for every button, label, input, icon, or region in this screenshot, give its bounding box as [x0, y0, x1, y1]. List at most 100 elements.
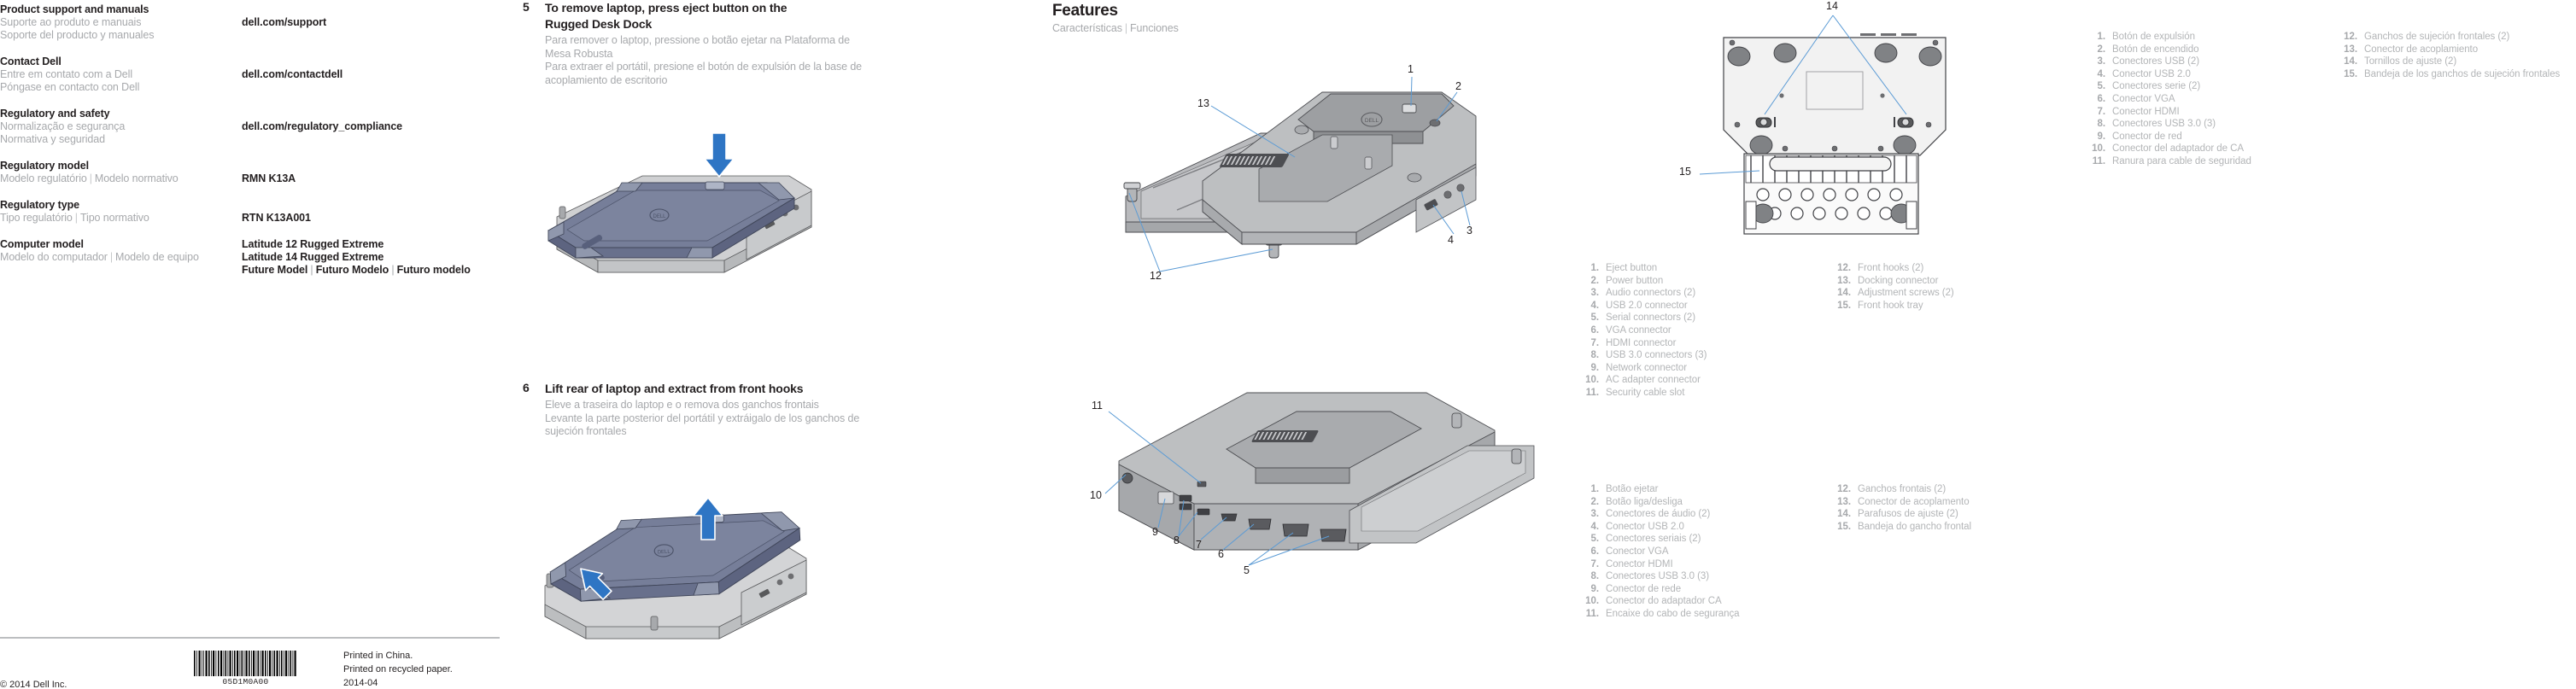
list-item: 6. Conector VGA	[1584, 546, 1824, 558]
item-label: Botão ejetar	[1606, 484, 1659, 494]
item-number: 2.	[2097, 44, 2106, 55]
list-item: 5. Serial connectors (2)	[1584, 312, 1824, 324]
support-reference-block: Product support and manuals Suporte ao p…	[0, 3, 512, 295]
list-item: 4. USB 2.0 connector	[1584, 300, 1824, 312]
feature-list-pt-col-right: 12. Ganchos frontais (2) 13. Conector de a…	[1836, 483, 2067, 533]
support-row: Regulatory model Modelo regulatório | Mode…	[0, 160, 512, 190]
support-heading-en: Regulatory model	[0, 160, 89, 172]
step-5-title: To remove laptop, press eject button on …	[545, 0, 1044, 32]
computer-model-1: Latitude 12 Rugged Extreme	[242, 238, 384, 250]
list-item: 9. Conector de red	[2091, 131, 2330, 143]
list-item: 15. Bandeja de los ganchos de sujeción fr…	[2343, 68, 2569, 81]
feature-list-es-col-right: 12. Ganchos de sujeción frontales (2) 13.…	[2343, 31, 2569, 80]
item-number: 11.	[1585, 608, 1599, 619]
item-number: 15.	[1837, 521, 1851, 532]
support-row: Regulatory and safety Normalização e seg…	[0, 108, 512, 150]
item-number: 8.	[1590, 571, 1600, 582]
callout-12: 12	[1150, 270, 1162, 282]
list-item: 4. Conector USB 2.0	[2091, 68, 2330, 81]
callout-5: 5	[1244, 564, 1250, 576]
svg-text:DELL: DELL	[658, 549, 671, 555]
step-5-es-line1: Para extraer el portátil, presione el bo…	[545, 61, 863, 73]
step-6-figure: DELL	[523, 449, 1044, 663]
callout-13: 13	[1197, 97, 1209, 109]
list-item: 10. AC adapter connector	[1584, 374, 1824, 387]
step-6-body: Lift rear of laptop and extract from fro…	[545, 381, 1044, 439]
list-item: 7. Conector HDMI	[2091, 106, 2330, 119]
support-row-value: dell.com/contactdell	[242, 68, 342, 81]
item-label: Conectores serie (2)	[2112, 81, 2201, 92]
support-row: Computer model Modelo do computador | Mode…	[0, 238, 512, 286]
support-heading-inline: Tipo regulatório | Tipo normativo	[0, 212, 239, 225]
item-number: 9.	[1590, 362, 1600, 373]
item-label: Conector HDMI	[2112, 106, 2180, 117]
support-row: Product support and manuals Suporte ao p…	[0, 3, 512, 46]
list-item: 10. Conector do adaptador CA	[1584, 595, 1824, 608]
regulatory-type-value: RTN K13A001	[242, 212, 311, 224]
support-heading-pt: Suporte ao produto e manuais	[0, 16, 142, 28]
item-number: 12.	[2344, 32, 2357, 42]
feature-list-es: 1. Botón de expulsión 2. Botón de encendid…	[2091, 31, 2576, 184]
callout-8: 8	[1174, 534, 1180, 546]
item-number: 7.	[2097, 106, 2106, 117]
item-label: Botón de expulsión	[2112, 32, 2195, 42]
list-item: 9. Conector de rede	[1584, 583, 1824, 596]
list-item: 14. Adjustment screws (2)	[1836, 287, 2067, 300]
item-number: 14.	[2344, 56, 2357, 67]
list-item: 7. HDMI connector	[1584, 337, 1824, 350]
support-row-labels: Regulatory and safety Normalização e seg…	[0, 108, 239, 146]
support-heading-en: Regulatory and safety	[0, 108, 110, 120]
item-label: Tornillos de ajuste (2)	[2364, 56, 2457, 67]
list-item: 13. Conector de acoplamiento	[2343, 44, 2569, 56]
item-number: 12.	[1837, 484, 1851, 494]
support-heading-es: Modelo normativo	[94, 172, 179, 184]
item-number: 1.	[1590, 263, 1600, 273]
support-row-labels: Contact Dell Entre em contato com a Dell…	[0, 55, 239, 94]
label-separator: |	[74, 212, 78, 224]
feature-list-pt-col-left: 1. Botão ejetar 2. Botão liga/desliga 3. Co…	[1584, 483, 1824, 621]
item-label: Conector do adaptador CA	[1606, 596, 1722, 607]
step-5: 5 To remove laptop, press eject button o…	[523, 0, 1044, 311]
support-url[interactable]: dell.com/contactdell	[242, 68, 342, 81]
support-heading-en: Regulatory type	[0, 199, 79, 211]
item-number: 5.	[2097, 81, 2106, 92]
list-item: 2. Power button	[1584, 275, 1824, 288]
step-5-pt-line2: Mesa Robusta	[545, 47, 613, 60]
item-label: Parafusos de ajuste (2)	[1858, 509, 1958, 520]
printed-on: Printed on recycled paper.	[343, 664, 453, 674]
step-6-pt-line1: Eleve a traseira do laptop e o remova do…	[545, 399, 819, 411]
support-row-labels: Regulatory type Tipo regulatório | Tipo no…	[0, 199, 239, 225]
item-label: Conector de red	[2112, 131, 2182, 142]
step-6-title: Lift rear of laptop and extract from fro…	[545, 381, 1044, 397]
item-label: Security cable slot	[1606, 387, 1685, 398]
support-row: Regulatory type Tipo regulatório | Tipo no…	[0, 199, 512, 229]
dock-rear-illustration	[1104, 392, 1535, 566]
support-url[interactable]: dell.com/regulatory_compliance	[242, 120, 402, 133]
copyright-notice: © 2014 Dell Inc.	[0, 680, 67, 689]
item-number: 15.	[1837, 300, 1851, 311]
support-heading-en: Computer model	[0, 238, 84, 250]
item-label: Audio connectors (2)	[1606, 288, 1696, 299]
item-label: HDMI connector	[1606, 337, 1677, 348]
feature-list-pt: 1. Botão ejetar 2. Botão liga/desliga 3. Co…	[1584, 483, 2071, 628]
item-label: Botão liga/desliga	[1606, 496, 1683, 507]
support-row-labels: Product support and manuals Suporte ao p…	[0, 3, 239, 42]
item-number: 10.	[1585, 596, 1599, 607]
barcode: 05D1M0A00	[192, 651, 299, 686]
svg-text:DELL: DELL	[653, 214, 666, 219]
item-number: 5.	[1590, 534, 1600, 545]
item-number: 3.	[1590, 288, 1600, 299]
item-label: Ganchos frontais (2)	[1858, 484, 1947, 494]
item-number: 4.	[2097, 68, 2106, 79]
support-url[interactable]: dell.com/support	[242, 16, 326, 29]
feature-list-en: 1. Eject button 2. Power button 3. Audio co…	[1584, 262, 2071, 407]
item-label: Conectores USB 3.0 (3)	[2112, 119, 2216, 130]
step-6-es-line1: Levante la parte posterior del portátil …	[545, 412, 860, 424]
list-item: 1. Eject button	[1584, 262, 1824, 275]
printed-in: Printed in China.	[343, 651, 413, 661]
item-number: 13.	[1837, 496, 1851, 507]
callout-14: 14	[1826, 0, 1838, 12]
callout-7: 7	[1196, 539, 1202, 551]
list-item: 9. Network connector	[1584, 362, 1824, 375]
item-label: Conector de rede	[1606, 583, 1682, 594]
